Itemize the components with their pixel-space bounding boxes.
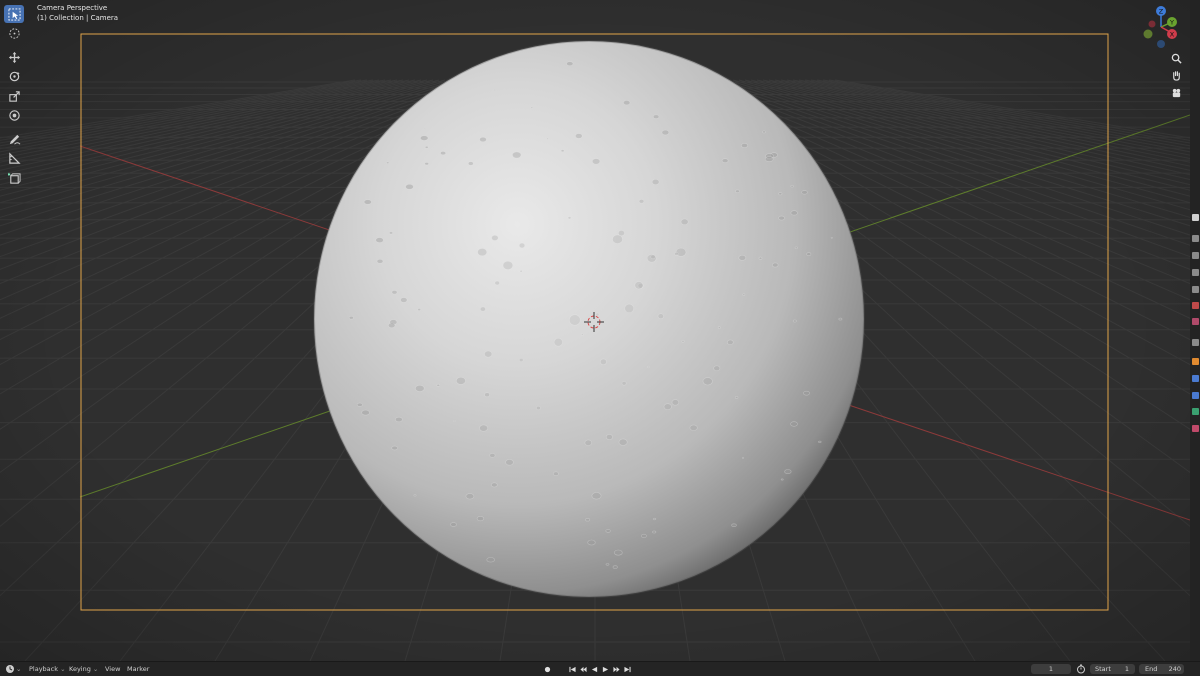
view-title: Camera Perspective	[37, 4, 108, 12]
output-tab-icon[interactable]	[1192, 252, 1199, 259]
gizmo-x-label: X	[1170, 31, 1175, 39]
play-reverse-button[interactable]	[590, 664, 599, 674]
clock-editor-icon	[6, 665, 14, 673]
record-dot-icon	[544, 666, 551, 672]
playback-menu[interactable]: Playback ⌄	[29, 665, 66, 673]
transform-tool[interactable]	[4, 107, 24, 125]
cursor-arrow-icon	[7, 7, 21, 21]
marker-menu[interactable]: Marker	[127, 665, 149, 673]
stopwatch-icon	[1077, 664, 1085, 674]
view-menu-label: View	[105, 665, 121, 673]
zoom-icon	[1171, 53, 1182, 64]
keying-menu[interactable]: Keying ⌄	[69, 665, 98, 673]
constraints-tab-icon[interactable]	[1192, 408, 1199, 415]
start-frame-field[interactable]: Start 1	[1090, 664, 1135, 674]
add-cube-tool[interactable]	[4, 169, 24, 187]
current-frame-value: 1	[1048, 665, 1054, 673]
gizmo-neg-x[interactable]	[1148, 20, 1156, 28]
zoom-button[interactable]	[1168, 50, 1184, 67]
scale-icon	[8, 90, 20, 102]
modifier-tab-icon[interactable]	[1192, 358, 1199, 365]
next-keyframe-button[interactable]	[612, 664, 621, 674]
jump-start-icon	[569, 666, 576, 672]
jump-end-icon	[624, 666, 631, 672]
move-tool[interactable]	[4, 48, 24, 66]
properties-strip	[1190, 0, 1200, 661]
start-label: Start	[1095, 665, 1111, 673]
play-button[interactable]	[601, 664, 610, 674]
end-label: End	[1145, 665, 1158, 673]
editor-type-chevron[interactable]: ⌄	[16, 665, 21, 673]
move-arrows-icon	[8, 51, 20, 63]
playback-menu-label: Playback	[29, 665, 59, 673]
measure-tool[interactable]	[4, 150, 24, 168]
end-frame-field[interactable]: End 240	[1139, 664, 1184, 674]
play-icon	[602, 666, 609, 672]
annotate-tool[interactable]	[4, 130, 24, 148]
camera-view-icon	[1172, 88, 1180, 98]
scene-canvas[interactable]	[0, 0, 1190, 661]
pan-button[interactable]	[1168, 67, 1184, 84]
cursor-tool[interactable]	[4, 25, 24, 43]
hand-pan-icon	[1172, 71, 1180, 81]
start-value: 1	[1124, 665, 1129, 673]
rotate-tool[interactable]	[4, 68, 24, 86]
scale-tool[interactable]	[4, 87, 24, 105]
editor-type-button[interactable]	[5, 664, 16, 676]
select-box-tool[interactable]	[4, 5, 24, 23]
add-cube-icon	[7, 172, 21, 184]
viewport-info: Camera Perspective (1) Collection | Came…	[37, 3, 118, 23]
gizmo-neg-y[interactable]	[1143, 29, 1153, 39]
particles-tab-icon[interactable]	[1192, 375, 1199, 382]
play-reverse-icon	[591, 666, 598, 672]
jump-start-button[interactable]	[568, 664, 577, 674]
tool-shelf	[4, 5, 26, 189]
navigation-gizmo[interactable]: Z Y X	[1140, 4, 1182, 50]
stopwatch-button[interactable]	[1076, 664, 1086, 676]
render-tab-icon[interactable]	[1192, 235, 1199, 242]
view-menu[interactable]: View	[105, 665, 120, 673]
end-value: 240	[1168, 665, 1181, 673]
current-frame-field[interactable]: 1	[1031, 664, 1071, 674]
gizmo-z-label: Z	[1159, 8, 1164, 16]
pencil-icon	[9, 134, 20, 144]
viewport-nav-tools	[1168, 50, 1186, 101]
3d-viewport[interactable]: Camera Perspective (1) Collection | Came…	[0, 0, 1190, 661]
gizmo-neg-z[interactable]	[1157, 40, 1165, 48]
object-tab-icon[interactable]	[1192, 339, 1199, 346]
rotate-icon	[9, 71, 20, 82]
view-layer-tab-icon[interactable]	[1192, 269, 1199, 276]
marker-menu-label: Marker	[127, 665, 150, 673]
next-keyframe-icon	[613, 666, 620, 672]
prev-keyframe-icon	[580, 666, 587, 672]
data-tab-icon[interactable]	[1192, 425, 1199, 432]
timeline-header: ⌄ Playback ⌄ Keying ⌄ View Marker 1 Star…	[0, 661, 1200, 676]
tool-tab-icon[interactable]	[1192, 214, 1199, 221]
transform-icon	[8, 110, 20, 121]
gizmo-y-label: Y	[1169, 19, 1174, 27]
collection-tab-icon[interactable]	[1192, 318, 1199, 325]
keying-menu-label: Keying	[69, 665, 91, 673]
collection-label: (1) Collection | Camera	[37, 14, 119, 22]
scene-tab-icon[interactable]	[1192, 286, 1199, 293]
jump-end-button[interactable]	[623, 664, 632, 674]
world-tab-icon[interactable]	[1192, 302, 1199, 309]
physics-tab-icon[interactable]	[1192, 392, 1199, 399]
ruler-icon	[8, 152, 21, 164]
camera-view-button[interactable]	[1168, 84, 1184, 101]
prev-keyframe-button[interactable]	[579, 664, 588, 674]
record-button[interactable]	[543, 664, 552, 674]
3d-cursor-icon	[8, 28, 20, 39]
